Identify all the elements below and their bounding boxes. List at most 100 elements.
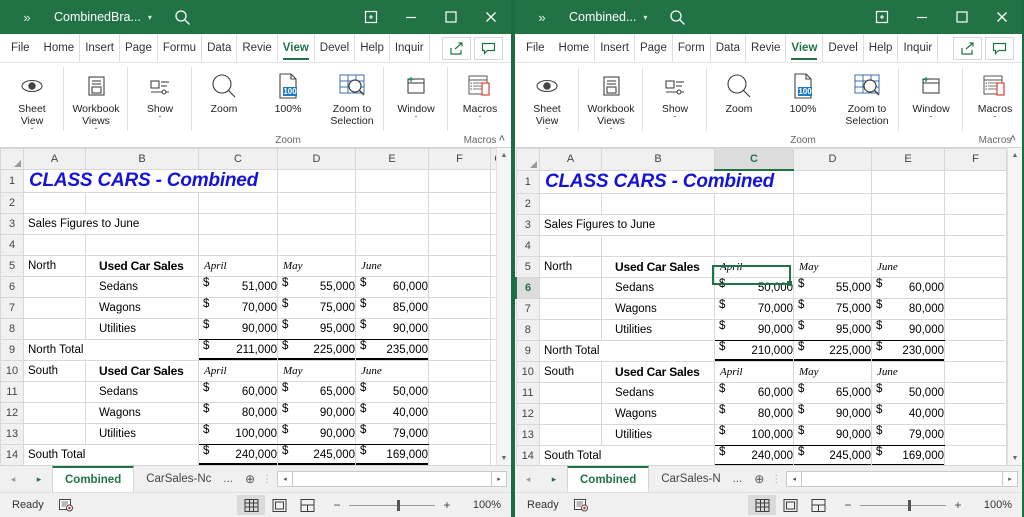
cell-B4[interactable] [602,236,715,257]
cell-B8[interactable]: Utilities [86,319,199,340]
sheet-tab-carsalesn[interactable]: CarSales-N [649,466,732,492]
cell-C5[interactable]: April [199,256,278,277]
zoom-slider[interactable]: −+ [321,498,463,512]
cell-D3[interactable] [794,215,872,236]
cell-A11[interactable] [540,383,602,404]
cell-D4[interactable] [278,235,356,256]
cell-E2[interactable] [356,193,429,214]
row-header-4[interactable]: 4 [516,236,540,257]
ribbon-tab-data[interactable]: Data [202,34,237,62]
row-header-10[interactable]: 10 [1,361,24,382]
cell-C8[interactable]: $90,000 [199,319,278,340]
cell-C12[interactable]: $80,000 [715,404,794,425]
cell-D8[interactable]: $95,000 [278,319,356,340]
cell-E5[interactable]: June [356,256,429,277]
sheet-nav-last[interactable]: ▸ [541,466,567,492]
cell-E3[interactable] [872,215,945,236]
view-page-layout-button[interactable] [776,495,804,515]
ribbon-button-zoom[interactable]: Zoom [192,65,256,115]
cell-D7[interactable]: $75,000 [278,298,356,319]
cell-F2[interactable] [945,194,1007,215]
row-header-13[interactable]: 13 [1,424,24,445]
cell-F1[interactable] [945,170,1007,194]
cell-B5[interactable]: Used Car Sales [86,256,199,277]
cell-E10[interactable]: June [356,361,429,382]
cell-C13[interactable]: $100,000 [199,424,278,445]
row-header-9[interactable]: 9 [516,341,540,362]
sheet-tab-carsalesnc[interactable]: CarSales-Nc [134,466,223,492]
row-header-11[interactable]: 11 [1,382,24,403]
view-page-break-button[interactable] [804,495,832,515]
cell-A6[interactable] [540,278,602,299]
cell-A12[interactable] [540,404,602,425]
view-page-break-button[interactable] [293,495,321,515]
cell-E9[interactable]: $235,000 [356,340,429,361]
cell-C11[interactable]: $60,000 [715,383,794,404]
cell-C2[interactable] [715,194,794,215]
cell-B4[interactable] [86,235,199,256]
sheet-tab-combined[interactable]: Combined [567,466,649,492]
row-header-14[interactable]: 14 [516,446,540,466]
share-icon[interactable] [953,37,982,60]
cell-D4[interactable] [794,236,872,257]
cell-C7[interactable]: $70,000 [715,299,794,320]
scroll-up-button[interactable]: ▲ [1008,148,1022,162]
row-header-5[interactable]: 5 [516,257,540,278]
column-header-A[interactable]: A [540,149,602,171]
cell-D1[interactable] [794,170,872,194]
restore-down-button[interactable] [351,0,391,34]
cell-D2[interactable] [278,193,356,214]
cell-D14[interactable]: $245,000 [794,446,872,466]
row-header-2[interactable]: 2 [516,194,540,215]
chevron-down-icon[interactable]: ˇ [674,115,677,124]
ribbon-button-show[interactable]: Showˇ [128,65,192,124]
cell-F7[interactable] [429,298,491,319]
cell-A3[interactable]: Sales Figures to June [24,214,199,235]
cell-C14[interactable]: $240,000 [715,446,794,466]
cell-B10[interactable]: Used Car Sales [602,362,715,383]
cell-D3[interactable] [278,214,356,235]
cell-C4[interactable] [715,236,794,257]
chevron-down-icon[interactable]: ˇ [930,115,933,124]
view-page-layout-button[interactable] [265,495,293,515]
ribbon-tab-insert[interactable]: Insert [80,34,120,62]
chevron-down-icon[interactable]: ˇ [31,127,34,136]
horizontal-scrollbar[interactable]: ◂▸ [273,466,511,492]
ribbon-button-macros[interactable]: Macrosˇ [963,65,1024,124]
cell-D6[interactable]: $55,000 [794,278,872,299]
ribbon-tab-view[interactable]: View [278,34,315,62]
ribbon-tab-file[interactable]: File [0,34,39,62]
ribbon-tab-page[interactable]: Page [120,34,158,62]
ribbon-button-workbook-views[interactable]: WorkbookViewsˇ [579,65,643,136]
ribbon-button-window[interactable]: Windowˇ [899,65,963,124]
cell-F1[interactable] [429,170,491,193]
ribbon-tab-view[interactable]: View [786,34,823,62]
cell-D5[interactable]: May [794,257,872,278]
comment-icon[interactable] [985,37,1014,60]
cell-E13[interactable]: $79,000 [356,424,429,445]
column-header-F[interactable]: F [945,149,1007,171]
cell-F11[interactable] [429,382,491,403]
cell-A7[interactable] [540,299,602,320]
record-macro-icon[interactable] [44,498,74,512]
cell-A9[interactable]: North Total [540,341,715,362]
row-header-12[interactable]: 12 [1,403,24,424]
cell-C6[interactable]: $51,000 [199,277,278,298]
row-header-5[interactable]: 5 [1,256,24,277]
cell-A13[interactable] [24,424,86,445]
hscroll-track[interactable] [802,471,1002,487]
cell-C14[interactable]: $240,000 [199,445,278,466]
row-header-9[interactable]: 9 [1,340,24,361]
cell-F4[interactable] [945,236,1007,257]
ribbon-button-zoom-100[interactable]: 100100% [771,65,835,115]
quick-access-overflow-button[interactable]: » [515,10,569,25]
cell-A8[interactable] [540,320,602,341]
cell-D11[interactable]: $65,000 [278,382,356,403]
zoom-level-label[interactable]: 100% [463,499,511,511]
chevron-down-icon[interactable]: ˇ [159,115,162,124]
add-sheet-button[interactable]: ⊕ [748,466,770,492]
cell-F13[interactable] [429,424,491,445]
collapse-ribbon-button[interactable]: ˄ [1010,133,1016,145]
cell-C5[interactable]: April [715,257,794,278]
cell-F9[interactable] [945,341,1007,362]
